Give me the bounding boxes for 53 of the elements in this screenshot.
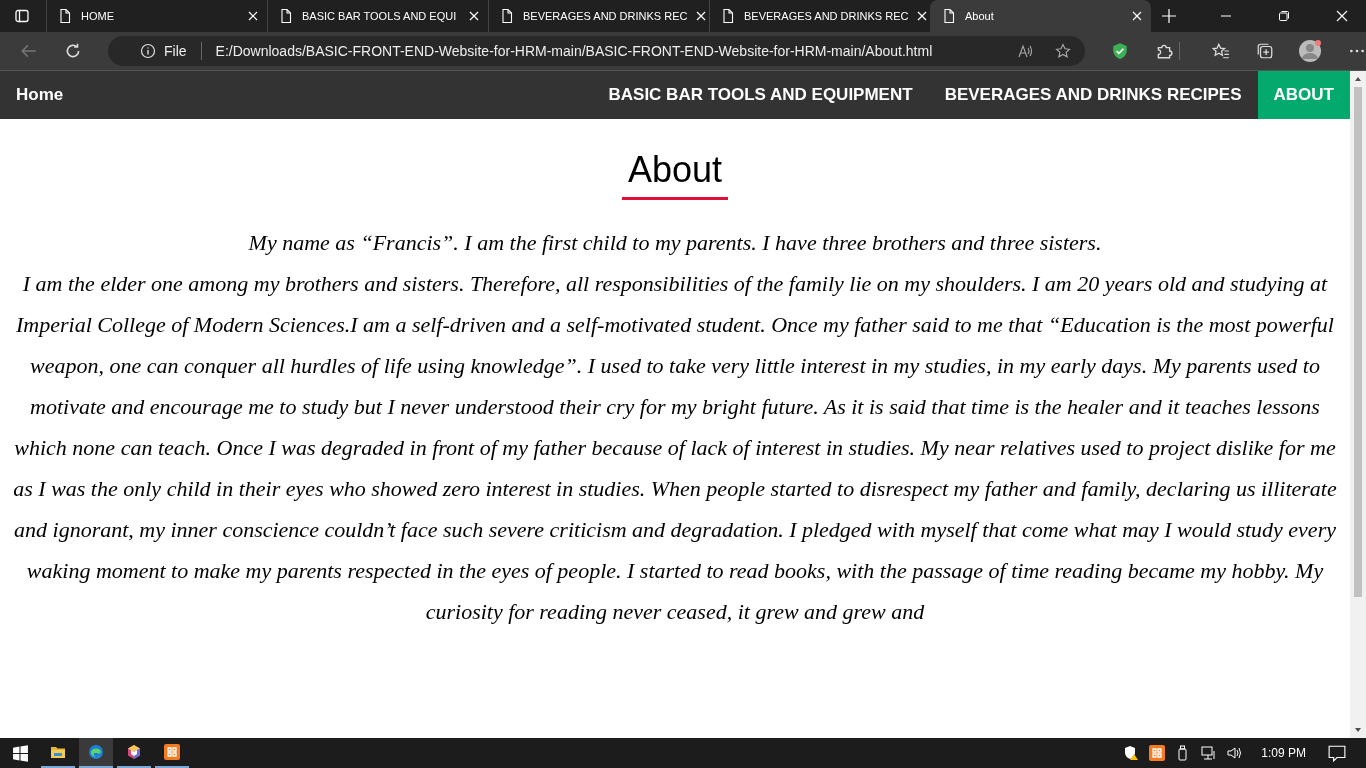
notification-icon[interactable]: [1328, 744, 1346, 762]
security-warning-icon[interactable]: [1123, 745, 1140, 761]
scroll-thumb[interactable]: [1354, 87, 1362, 597]
shield-icon[interactable]: [1111, 42, 1129, 60]
page-heading: About: [626, 149, 724, 191]
tab-title: BASIC BAR TOOLS AND EQUI: [302, 10, 458, 22]
back-icon[interactable]: [20, 42, 38, 60]
restore-icon[interactable]: [1278, 10, 1290, 22]
about-paragraph: I am the elder one among my brothers and sisters. Therefore, all responsibilities of the family lie on my shoulders. I am 20 years old and studying at Imperial College of Modern Sciences.I am a self-driven and a self-motivated student. Once my father said to me that “Education is the most powerful weapon, one can conquer all hurdles of life using knowledge”. I used to take very little interest in my studies, in my early days. My parents used to motivate and encourage me to study but I never understood their cry for my bright future. As it is said that time is the healer and it teaches lessons which none can teach. Once I was degraded in front of my father because of lack of interest in studies. My near relatives used to project dislike for me as I was the only child in their eyes who showed zero interest in studies. When people started to disrespect my father and family, declaring us illiterate and ignorant, my inner conscience couldn’t face such severe criticism and degradation. I pledged with myself that come what may I would study every waking moment to make my parents respected in the eyes of people. I started to read books, with the passage of time reading became my hobby. My curiosity for reading never ceased, it grew and grew and: [12, 270, 1338, 626]
close-icon[interactable]: [247, 10, 259, 22]
scheme-label: File: [164, 43, 187, 59]
page-icon: [278, 8, 294, 24]
scrollbar[interactable]: [1350, 71, 1366, 738]
nav-link[interactable]: BEVERAGES AND DRINKS RECIPES: [928, 71, 1258, 119]
new-tab-icon[interactable]: [1161, 8, 1177, 24]
about-paragraph: My name as “Francis”. I am the first child to my parents. I have three brothers and three sisters.: [247, 229, 1103, 257]
folder-icon: [50, 744, 66, 760]
clock-time[interactable]: 1:09 PM: [1261, 746, 1306, 760]
tab-title: BEVERAGES AND DRINKS REC: [523, 10, 688, 22]
xampp-icon[interactable]: [1149, 745, 1166, 761]
volume-icon[interactable]: [1227, 745, 1244, 761]
browser-tab[interactable]: About: [930, 0, 1151, 32]
close-icon[interactable]: [1336, 10, 1348, 22]
page-icon: [941, 8, 957, 24]
tab-title: BEVERAGES AND DRINKS REC: [744, 10, 909, 22]
windows-start-icon[interactable]: [12, 744, 29, 762]
collections-icon[interactable]: [1256, 42, 1274, 60]
tab-actions-icon[interactable]: [14, 8, 30, 24]
profile-avatar-icon[interactable]: [1298, 39, 1322, 63]
page-icon: [720, 8, 736, 24]
address-field[interactable]: File E:/Downloads/BASIC-FRONT-END-Website-for-HRM-main/BASIC-FRONT-END-Website-for-HRM-main/About.html: [108, 36, 1085, 66]
info-icon: [140, 43, 156, 59]
page-icon: [499, 8, 515, 24]
browser-icon: [88, 744, 104, 760]
close-icon[interactable]: [695, 10, 708, 22]
tab-title: About: [965, 10, 995, 22]
tab-title: HOME: [81, 10, 115, 22]
network-icon[interactable]: [1201, 745, 1218, 761]
xampp-icon: [164, 744, 180, 760]
taskbar-app[interactable]: [79, 738, 113, 768]
page-icon: [57, 8, 73, 24]
favorites-icon[interactable]: [1212, 42, 1230, 60]
close-icon[interactable]: [1131, 10, 1143, 22]
close-icon[interactable]: [468, 10, 480, 22]
url-text: E:/Downloads/BASIC-FRONT-END-Website-for-HRM-main/BASIC-FRONT-END-Website-for-HRM-main/About.html: [215, 43, 933, 59]
home-link[interactable]: Home: [0, 71, 80, 119]
cube-icon: [126, 744, 142, 760]
nav-link[interactable]: BASIC BAR TOOLS AND EQUIPMENT: [592, 71, 929, 119]
read-aloud-icon[interactable]: [1017, 43, 1033, 59]
close-icon[interactable]: [916, 10, 929, 22]
refresh-icon[interactable]: [64, 42, 82, 60]
puzzle-icon[interactable]: [1155, 42, 1173, 60]
favorite-star-icon[interactable]: [1055, 43, 1071, 59]
